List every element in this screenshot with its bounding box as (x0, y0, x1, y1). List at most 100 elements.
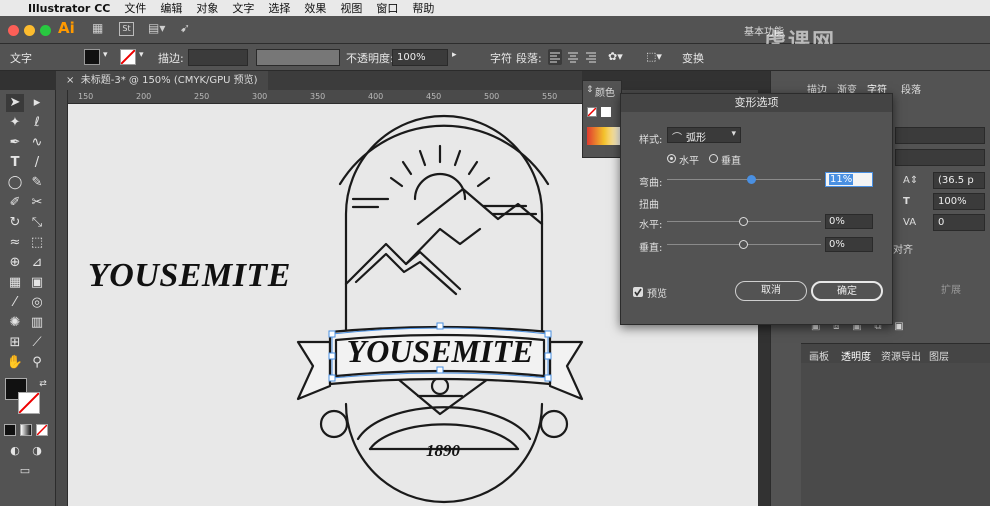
warp-tool-icon[interactable]: ≈ (6, 234, 24, 252)
font-style-field[interactable] (895, 149, 985, 166)
mesh-tool-icon[interactable]: ▦ (6, 274, 24, 292)
align-left-icon[interactable] (548, 49, 562, 65)
horizontal-scale-field[interactable]: 100% (933, 193, 985, 210)
cancel-button[interactable]: 取消 (735, 281, 807, 301)
close-window-button[interactable] (8, 25, 19, 36)
shaper-tool-icon[interactable]: ✐ (6, 194, 24, 212)
hand-tool-icon[interactable]: ✋ (6, 354, 24, 372)
line-tool-icon[interactable]: / (28, 154, 46, 172)
distortion-horizontal-field[interactable]: 0% (825, 214, 873, 229)
free-transform-tool-icon[interactable]: ⬚ (28, 234, 46, 252)
horizontal-radio[interactable] (667, 154, 676, 163)
selection-tool-icon[interactable]: ➤ (6, 94, 24, 112)
distortion-vertical-knob[interactable] (739, 240, 748, 249)
leading-field[interactable]: (36.5 p (933, 172, 985, 189)
stroke-color-box[interactable] (18, 392, 40, 414)
zoom-window-button[interactable] (40, 25, 51, 36)
app-menu[interactable]: Illustrator CC (28, 2, 110, 15)
gradient-mode-icon[interactable] (20, 424, 32, 436)
transform-panel-link[interactable]: 变换 (682, 50, 704, 66)
close-tab-icon[interactable]: × (66, 75, 81, 86)
menu-edit[interactable]: 编辑 (160, 0, 182, 16)
stroke-dropdown-icon[interactable]: ▾ (139, 50, 144, 60)
align-center-icon[interactable] (566, 49, 580, 65)
column-graph-tool-icon[interactable]: ▥ (28, 314, 46, 332)
symbol-sprayer-tool-icon[interactable]: ✺ (6, 314, 24, 332)
stroke-swatch[interactable] (120, 49, 136, 65)
rotate-tool-icon[interactable]: ↻ (6, 214, 24, 232)
artboard-tool-icon[interactable]: ⊞ (6, 334, 24, 352)
font-family-field[interactable] (895, 127, 985, 144)
draw-inside-icon[interactable]: ◑ (28, 442, 46, 460)
eyedropper-tool-icon[interactable]: ⁄ (6, 294, 24, 312)
menu-file[interactable]: 文件 (124, 0, 146, 16)
bend-field[interactable]: 11% (825, 172, 873, 187)
color-panel-collapse-icon[interactable]: ⇕ (586, 85, 594, 95)
style-dropdown[interactable]: ⌒ 弧形 ▾ (667, 127, 741, 144)
tab-asset-export[interactable]: 资源导出 (881, 348, 921, 363)
banner-text[interactable]: YOUSEMITE (347, 333, 534, 369)
menu-window[interactable]: 窗口 (376, 0, 398, 16)
ellipse-tool-icon[interactable]: ◯ (6, 174, 24, 192)
recolor-artwork-icon[interactable]: ✿▾ (608, 50, 623, 63)
tab-layers[interactable]: 图层 (929, 348, 949, 363)
color-mode-icon[interactable] (4, 424, 16, 436)
bend-slider[interactable] (667, 179, 821, 180)
opacity-dropdown-icon[interactable]: ▸ (452, 50, 457, 60)
tracking-field[interactable]: 0 (933, 214, 985, 231)
pen-tool-icon[interactable]: ✒ (6, 134, 24, 152)
type-tool-icon[interactable]: T (6, 154, 24, 172)
gradient-tool-icon[interactable]: ▣ (28, 274, 46, 292)
color-spectrum[interactable] (587, 127, 621, 145)
menu-object[interactable]: 对象 (196, 0, 218, 16)
distortion-horizontal-knob[interactable] (739, 217, 748, 226)
slice-tool-icon[interactable]: ⟋ (28, 334, 46, 352)
bend-slider-knob[interactable] (747, 175, 757, 184)
minimize-window-button[interactable] (24, 25, 35, 36)
menu-view[interactable]: 视图 (340, 0, 362, 16)
eraser-tool-icon[interactable]: ✂ (28, 194, 46, 212)
preview-checkbox[interactable] (633, 287, 643, 297)
opacity-field[interactable]: 100% (392, 49, 448, 66)
gpu-performance-icon[interactable]: ➹ (180, 21, 190, 35)
paintbrush-tool-icon[interactable]: ✎ (28, 174, 46, 192)
drawing-mode-icon[interactable]: ◐ (6, 442, 24, 460)
arrange-documents-icon[interactable]: ▤▾ (148, 21, 165, 35)
vertical-radio[interactable] (709, 154, 718, 163)
blend-tool-icon[interactable]: ◎ (28, 294, 46, 312)
menu-type[interactable]: 文字 (232, 0, 254, 16)
direct-selection-tool-icon[interactable]: ▸ (28, 94, 46, 112)
variable-width-profile[interactable] (256, 49, 340, 66)
menu-select[interactable]: 选择 (268, 0, 290, 16)
align-right-icon[interactable] (584, 49, 598, 65)
fill-dropdown-icon[interactable]: ▾ (103, 50, 108, 60)
screen-mode-icon[interactable]: ▭ (16, 462, 34, 480)
paragraph-panel-link[interactable]: 段落: (516, 50, 542, 66)
scale-tool-icon[interactable]: ⤡ (28, 214, 46, 232)
none-mode-icon[interactable] (36, 424, 48, 436)
character-panel-link[interactable]: 字符 (490, 50, 512, 66)
tab-paragraph[interactable]: 段落 (901, 81, 921, 96)
tab-artboards[interactable]: 画板 (809, 348, 829, 363)
fill-swatch[interactable] (84, 49, 100, 65)
magic-wand-tool-icon[interactable]: ✦ (6, 114, 24, 132)
curvature-tool-icon[interactable]: ∿ (28, 134, 46, 152)
zoom-tool-icon[interactable]: ⚲ (28, 354, 46, 372)
align-objects-icon[interactable]: ⬚▾ (646, 50, 662, 63)
distortion-vertical-field[interactable]: 0% (825, 237, 873, 252)
white-swatch[interactable] (601, 107, 611, 117)
year-text[interactable]: 1890 (426, 441, 461, 460)
stroke-weight-field[interactable] (188, 49, 248, 66)
swap-fill-stroke-icon[interactable]: ⇄ (34, 375, 52, 393)
shape-builder-tool-icon[interactable]: ⊕ (6, 254, 24, 272)
perspective-grid-tool-icon[interactable]: ⊿ (28, 254, 46, 272)
tab-transparency[interactable]: 透明度 (841, 348, 871, 363)
expand-button[interactable]: 扩展 (941, 281, 961, 296)
menu-help[interactable]: 帮助 (412, 0, 434, 16)
none-swatch[interactable] (587, 107, 597, 117)
lasso-tool-icon[interactable]: ℓ (28, 114, 46, 132)
align-panel-tab[interactable]: 对齐 (893, 241, 913, 256)
ok-button[interactable]: 确定 (811, 281, 883, 301)
bridge-icon[interactable]: ▦ (92, 21, 103, 35)
stock-logo[interactable]: St (119, 22, 134, 36)
